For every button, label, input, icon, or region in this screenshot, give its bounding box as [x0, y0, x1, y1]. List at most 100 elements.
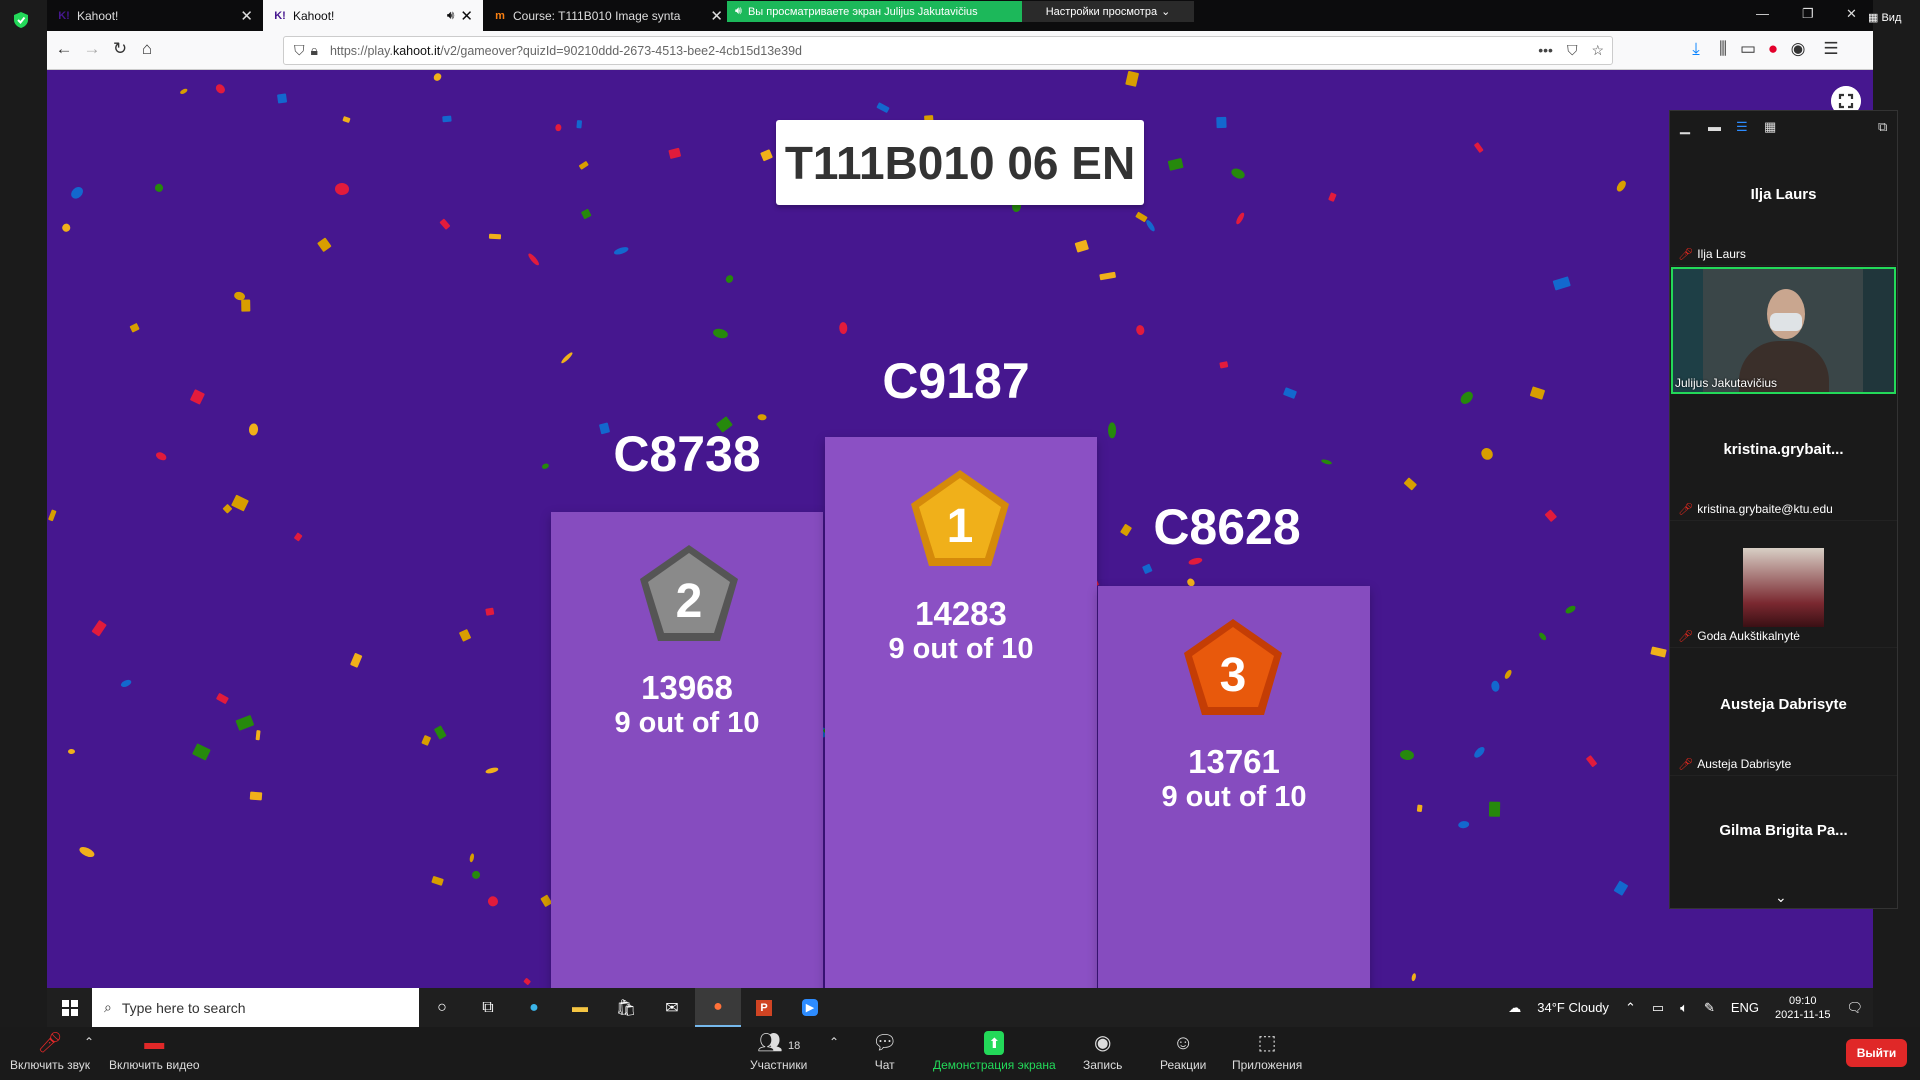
home-icon[interactable]: ⌂: [135, 39, 159, 59]
clock-time: 09:10: [1788, 994, 1817, 1007]
browser-navbar: ← → ↻ ⌂ ⛉ 🔒︎ https://play.kahoot.it/v2/g…: [47, 31, 1873, 70]
reactions-button[interactable]: ☺ Реакции: [1160, 1031, 1206, 1072]
confetti-piece: [342, 116, 351, 124]
more-icon[interactable]: •••: [1538, 42, 1553, 59]
notifications-icon[interactable]: 🗨︎: [1846, 1000, 1863, 1016]
record-button[interactable]: ◉ Запись: [1083, 1031, 1122, 1072]
firefox-icon[interactable]: ●: [695, 988, 741, 1027]
confetti-piece: [249, 791, 262, 800]
kahoot-podium-stage: T111B010 06 EN C8738 C9187 C8628 2 1 3 1…: [47, 70, 1873, 988]
sidebar-icon[interactable]: ▭: [1736, 39, 1760, 59]
gallery-view-icon[interactable]: ▦: [1764, 119, 1776, 135]
player-score-1: 14283: [915, 595, 1007, 632]
store-icon[interactable]: 🛍︎: [603, 988, 649, 1027]
shield-icon[interactable]: [12, 11, 30, 29]
restore-icon[interactable]: ❐: [1802, 6, 1814, 22]
share-screen-button[interactable]: ⬆ Демонстрация экрана: [933, 1031, 1056, 1072]
pocket-icon[interactable]: ⛉: [1567, 42, 1578, 59]
close-icon[interactable]: ✕: [460, 7, 473, 25]
popout-icon[interactable]: ⧉: [1878, 119, 1887, 135]
lock-icon[interactable]: 🔒︎: [311, 42, 318, 59]
confetti-piece: [1615, 179, 1628, 193]
confetti-piece: [1649, 646, 1667, 658]
minimize-icon[interactable]: —: [1756, 6, 1769, 21]
volume-icon[interactable]: 🔈︎: [1680, 1000, 1688, 1016]
speaker-view-icon[interactable]: ☰: [1736, 119, 1748, 135]
confetti-piece: [484, 766, 499, 775]
tab-kahoot-2[interactable]: K! Kahoot! 🔊︎ ✕: [263, 0, 483, 31]
chevron-up-icon[interactable]: ⌃: [829, 1035, 839, 1049]
apps-button[interactable]: ⬚ Приложения: [1232, 1031, 1302, 1072]
confetti-piece: [1327, 192, 1337, 203]
windows-taskbar: ⌕ Type here to search ○ ⧉ ● ▬ 🛍︎ ✉ ● P ▶…: [47, 988, 1873, 1027]
chat-button[interactable]: 💬︎ Чат: [872, 1031, 897, 1072]
unmute-button[interactable]: 🎤︎ Включить звук: [10, 1031, 90, 1072]
participants-button[interactable]: 👥︎ 18 Участники: [750, 1031, 807, 1072]
weather-text[interactable]: Cloudy: [1568, 1000, 1608, 1015]
confetti-piece: [431, 72, 443, 83]
mail-icon[interactable]: ✉: [649, 988, 695, 1027]
confetti-piece: [526, 252, 541, 268]
chevron-up-icon[interactable]: ⌃: [1625, 1000, 1636, 1016]
opera-icon[interactable]: ●: [1761, 39, 1785, 59]
mic-muted-icon: 🎤︎: [1678, 247, 1694, 261]
menu-icon[interactable]: ☰: [1819, 39, 1843, 59]
confetti-piece: [711, 327, 729, 340]
participant-label: kristina.grybaite@ktu.edu: [1697, 502, 1833, 516]
account-icon[interactable]: ◉: [1786, 39, 1810, 59]
url-domain: kahoot.it: [392, 43, 441, 58]
participant-tile[interactable]: Austeja Dabrisyte 🎤︎ Austeja Dabrisyte: [1670, 651, 1897, 776]
clock[interactable]: 09:10 2021-11-15: [1775, 994, 1830, 1022]
url-bar[interactable]: ⛉ 🔒︎ https://play.kahoot.it/v2/gameover?…: [283, 36, 1613, 65]
participant-video-tile[interactable]: Julijus Jakutavičius: [1671, 267, 1896, 394]
url-prefix: https://play.: [329, 43, 393, 58]
tab-course[interactable]: m Course: T111B010 Image synta ✕: [483, 0, 733, 31]
edge-icon[interactable]: ●: [511, 988, 557, 1027]
reload-icon[interactable]: ↻: [108, 39, 132, 59]
language-indicator[interactable]: ENG: [1731, 1000, 1759, 1015]
mic-off-icon: 🎤︎: [37, 1032, 63, 1054]
network-icon[interactable]: ▭: [1652, 1000, 1664, 1016]
close-icon[interactable]: ✕: [240, 7, 253, 25]
download-icon[interactable]: ⤓: [1684, 39, 1708, 59]
start-video-button[interactable]: ▬ Включить видео: [109, 1031, 200, 1072]
chevron-up-icon[interactable]: ⌃: [84, 1035, 94, 1049]
taskbar-search[interactable]: ⌕ Type here to search: [92, 988, 419, 1027]
view-settings-button[interactable]: Настройки просмотра ⌄: [1022, 1, 1194, 22]
confetti-piece: [153, 182, 165, 194]
tab-kahoot-1[interactable]: K! Kahoot! ✕: [47, 0, 263, 31]
library-icon[interactable]: ⫼: [1711, 39, 1735, 59]
confetti-piece: [1099, 271, 1116, 281]
participant-tile[interactable]: Ilja Laurs 🎤︎ Ilja Laurs: [1670, 141, 1897, 266]
confetti-piece: [613, 246, 630, 257]
back-icon[interactable]: ←: [52, 39, 76, 59]
leave-button[interactable]: Выйти: [1846, 1039, 1907, 1067]
view-button[interactable]: ▦ Вид: [1868, 11, 1901, 24]
zoom-app-icon[interactable]: ▶: [787, 988, 833, 1027]
minimize-gallery-icon[interactable]: ▁: [1680, 119, 1690, 135]
cortana-icon[interactable]: ○: [419, 988, 465, 1027]
forward-icon[interactable]: →: [80, 39, 104, 59]
chevron-down-icon[interactable]: ⌄: [1775, 889, 1787, 906]
weather-temp[interactable]: 34°F: [1537, 1000, 1565, 1015]
file-explorer-icon[interactable]: ▬: [557, 988, 603, 1027]
powerpoint-icon[interactable]: P: [741, 988, 787, 1027]
search-placeholder: Type here to search: [121, 999, 246, 1016]
hide-video-icon[interactable]: ▬: [1708, 119, 1721, 134]
participant-tile[interactable]: kristina.grybait... 🎤︎ kristina.grybaite@…: [1670, 396, 1897, 521]
close-window-icon[interactable]: ✕: [1846, 6, 1857, 22]
pen-icon[interactable]: ✎: [1704, 1000, 1715, 1016]
start-button[interactable]: [47, 988, 92, 1027]
participants-icon: 👥︎: [757, 1032, 783, 1054]
apps-icon: ⬚: [1257, 1032, 1277, 1054]
confetti-piece: [1229, 166, 1246, 181]
participant-tile[interactable]: Gilma Brigita Pa... ⌄: [1670, 777, 1897, 908]
participant-label: Ilja Laurs: [1697, 247, 1746, 261]
zoom-left-strip: [0, 0, 47, 1027]
speaker-icon[interactable]: 🔊︎: [447, 8, 455, 23]
player-name-3: C8628: [1153, 499, 1301, 555]
task-view-icon[interactable]: ⧉: [465, 988, 511, 1027]
close-icon[interactable]: ✕: [710, 7, 723, 25]
tracking-shield-icon[interactable]: ⛉: [294, 42, 305, 59]
bookmark-star-icon[interactable]: ☆: [1591, 42, 1604, 59]
